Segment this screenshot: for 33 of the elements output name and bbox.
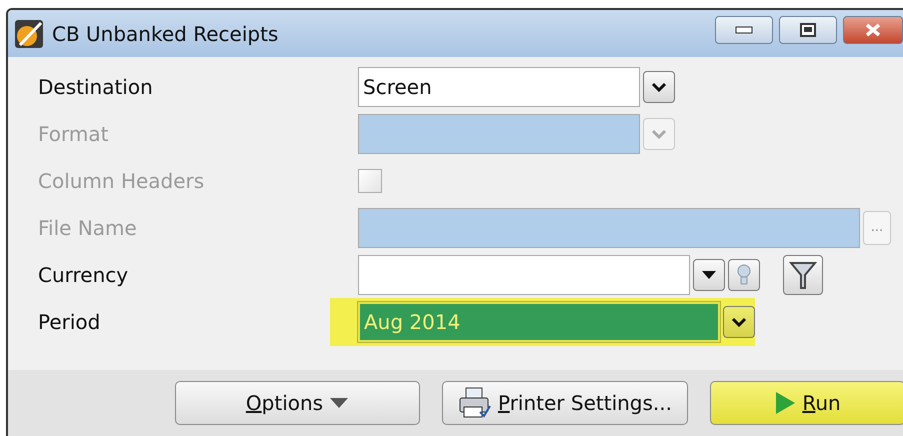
filter-button[interactable]	[783, 254, 823, 294]
dropdown-button[interactable]	[693, 258, 725, 290]
triangle-down-icon	[701, 270, 717, 280]
field-label: Column Headers	[38, 168, 206, 194]
minimize-icon	[735, 26, 753, 34]
close-button[interactable]	[843, 16, 903, 44]
app-logo-icon	[14, 18, 44, 48]
chevron-down-icon	[651, 128, 667, 138]
field-label: Currency	[38, 262, 130, 288]
options-button[interactable]: Options	[175, 381, 420, 425]
play-icon	[774, 391, 796, 415]
field-label: File Name	[38, 214, 138, 242]
window-title: CB Unbanked Receipts	[52, 20, 278, 48]
close-icon	[864, 23, 882, 37]
dropdown-button[interactable]	[643, 70, 675, 102]
field-label: Period	[38, 308, 102, 336]
caret-down-icon	[329, 397, 350, 409]
printer-settings-button[interactable]: Printer Settings...	[442, 381, 688, 425]
lookup-button[interactable]	[728, 258, 760, 290]
maximize-button[interactable]	[779, 16, 837, 44]
chevron-down-icon	[731, 316, 747, 326]
chevron-down-icon	[651, 82, 667, 92]
dropdown-button[interactable]	[723, 306, 755, 338]
minimize-button[interactable]	[715, 16, 773, 44]
input-field[interactable]: Screen	[358, 66, 640, 106]
lightbulb-icon	[737, 264, 751, 286]
input-field[interactable]	[358, 254, 690, 294]
run-button[interactable]: Run	[710, 381, 903, 425]
field-label: Format	[38, 120, 110, 148]
maximize-icon	[800, 23, 816, 37]
printer-icon	[458, 387, 492, 419]
field-label: Destination	[38, 74, 154, 100]
filter-icon	[789, 260, 817, 290]
